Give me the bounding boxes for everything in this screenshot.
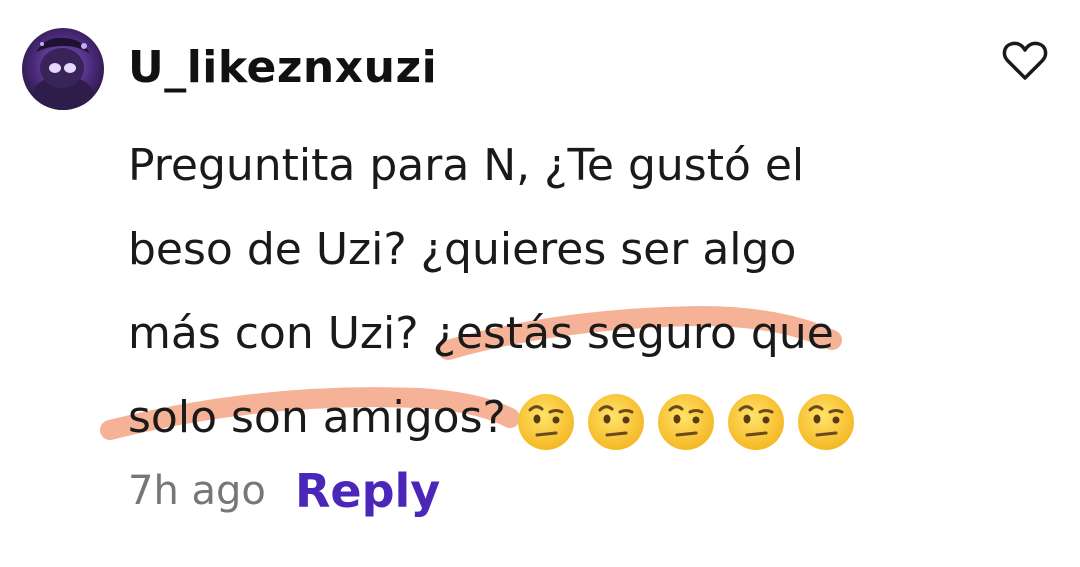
username[interactable]: U_likeznxuzi — [128, 36, 437, 100]
emoji-row — [516, 378, 866, 462]
comment-line-2: beso de Uzi? ¿quieres ser algo — [128, 224, 797, 275]
face-with-raised-eyebrow-icon — [586, 392, 646, 452]
face-with-raised-eyebrow-icon — [516, 392, 576, 452]
comment-line-4-text: solo son amigos? — [128, 392, 506, 443]
face-with-raised-eyebrow-icon — [726, 392, 786, 452]
face-with-raised-eyebrow-icon — [796, 392, 856, 452]
comment-meta: 7h ago Reply — [128, 458, 440, 522]
comment-body: Preguntita para N, ¿Te gustó el beso de … — [128, 124, 1028, 460]
face-with-raised-eyebrow-icon — [656, 392, 716, 452]
avatar[interactable] — [22, 28, 104, 110]
comment-line-1: Preguntita para N, ¿Te gustó el — [128, 140, 805, 191]
like-button[interactable] — [1000, 36, 1050, 86]
reply-button[interactable]: Reply — [295, 459, 440, 523]
timestamp: 7h ago — [128, 467, 266, 514]
heart-icon — [1002, 41, 1048, 80]
comment-line-3: más con Uzi? ¿estás seguro que — [128, 308, 834, 359]
comment-line-4: solo son amigos? — [128, 376, 1028, 460]
